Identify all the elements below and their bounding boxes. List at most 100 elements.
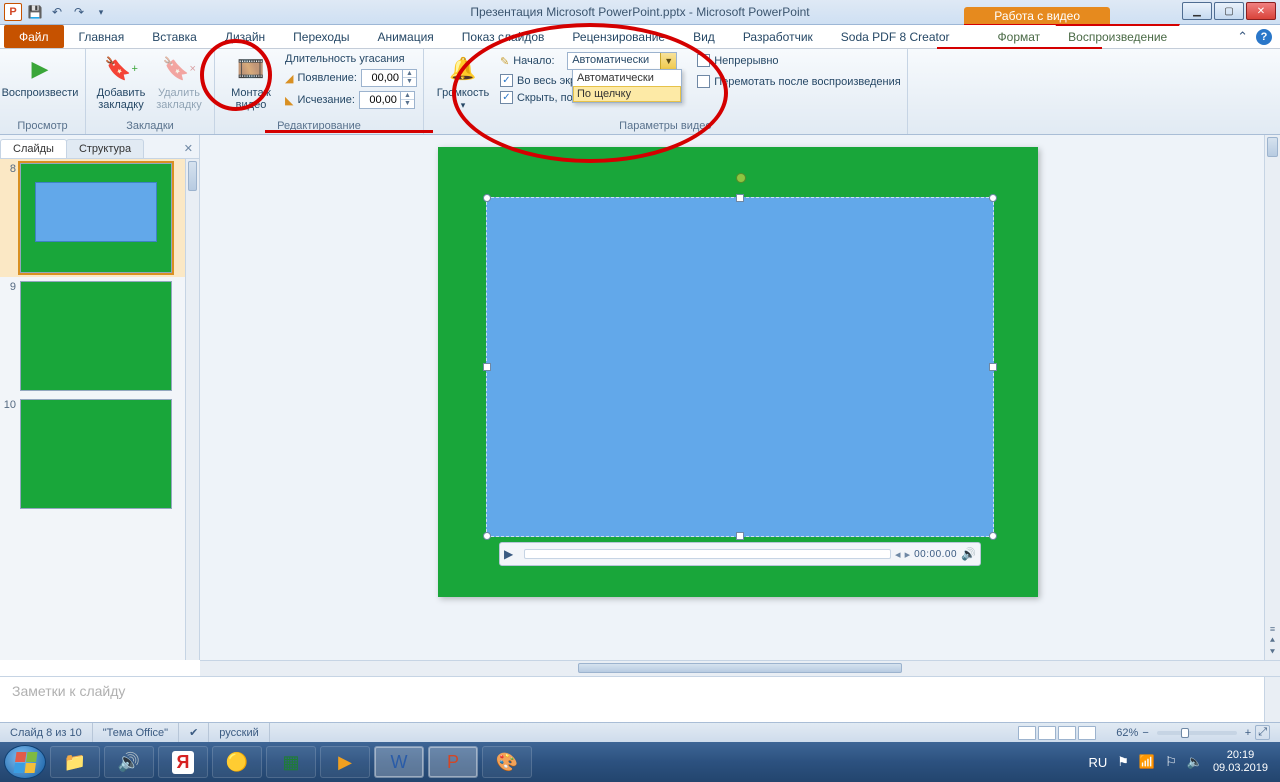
volume-button[interactable]: 🔔 Громкость▾ [430, 51, 496, 111]
sel-handle-n[interactable] [736, 194, 744, 202]
taskbar-powerpoint-icon[interactable]: P [428, 746, 478, 778]
fade-in-label: Появление: [297, 72, 357, 84]
group-bookmarks-label: Закладки [92, 118, 208, 134]
start-combo[interactable]: Автоматически ▼ [567, 52, 677, 70]
view-reading-icon[interactable] [1058, 726, 1076, 740]
pane-tab-slides[interactable]: Слайды [0, 139, 67, 158]
video-step-back-icon[interactable]: ◂ [895, 548, 901, 561]
trim-video-button[interactable]: 🎞️ Монтаж видео [221, 51, 281, 111]
tab-developer[interactable]: Разработчик [730, 25, 826, 48]
notes-pane[interactable]: Заметки к слайду [0, 677, 1264, 722]
minimize-button[interactable]: ▁ [1182, 2, 1212, 20]
play-preview-button[interactable]: ▶ Воспроизвести [6, 51, 74, 99]
tray-clock[interactable]: 20:1909.03.2019 [1213, 749, 1268, 775]
dropdown-item-auto[interactable]: Автоматически [573, 70, 681, 86]
slide-thumbnails[interactable]: 8 9 10 [0, 159, 199, 660]
pane-tab-outline[interactable]: Структура [66, 139, 144, 158]
tray-flag-icon[interactable]: ⚑ [1117, 754, 1129, 770]
help-icon[interactable]: ? [1256, 29, 1272, 45]
rotate-handle[interactable] [736, 173, 746, 183]
video-volume-icon[interactable]: 🔊 [961, 547, 976, 561]
tab-design[interactable]: Дизайн [212, 25, 278, 48]
tab-transitions[interactable]: Переходы [280, 25, 362, 48]
zoom-in-icon[interactable]: + [1245, 727, 1251, 739]
hide-checkbox[interactable]: ✓ [500, 91, 513, 104]
status-spellcheck-icon[interactable]: ✔ [179, 723, 209, 742]
thumbs-scrollbar[interactable] [185, 159, 199, 660]
sel-handle-s[interactable] [736, 532, 744, 540]
undo-icon[interactable]: ↶ [48, 3, 66, 21]
close-button[interactable]: ✕ [1246, 2, 1276, 20]
taskbar-word-icon[interactable]: W [374, 746, 424, 778]
tab-home[interactable]: Главная [66, 25, 138, 48]
taskbar-media-icon[interactable]: ▶ [320, 746, 370, 778]
loop-label: Непрерывно [714, 55, 778, 67]
start-dropdown[interactable]: Автоматически По щелчку [572, 69, 682, 103]
add-bookmark-button[interactable]: 🔖+ Добавить закладку [92, 51, 150, 111]
pane-close-icon[interactable]: ✕ [178, 139, 199, 158]
taskbar-excel-icon[interactable]: ▦ [266, 746, 316, 778]
thumb-slide-9[interactable]: 9 [0, 277, 199, 395]
status-language[interactable]: русский [209, 723, 269, 742]
taskbar-sound-icon[interactable]: 🔊 [104, 746, 154, 778]
sel-handle-sw[interactable] [483, 532, 491, 540]
tab-soda[interactable]: Soda PDF 8 Creator [828, 25, 963, 48]
fade-out-spinner[interactable]: ▲▼ [359, 91, 415, 109]
editor-scrollbar-h[interactable] [200, 660, 1280, 676]
video-seek-track[interactable] [524, 549, 891, 559]
thumb-slide-10[interactable]: 10 [0, 395, 199, 513]
zoom-slider[interactable] [1157, 731, 1237, 735]
sel-handle-ne[interactable] [989, 194, 997, 202]
zoom-out-icon[interactable]: − [1142, 727, 1148, 739]
tab-animations[interactable]: Анимация [364, 25, 446, 48]
tab-insert[interactable]: Вставка [139, 25, 210, 48]
save-icon[interactable]: 💾 [26, 3, 44, 21]
tab-playback[interactable]: Воспроизведение [1055, 24, 1180, 48]
sel-handle-nw[interactable] [483, 194, 491, 202]
tray-volume-icon[interactable]: 🔈 [1187, 754, 1203, 770]
tab-view[interactable]: Вид [680, 25, 728, 48]
redo-icon[interactable]: ↷ [70, 3, 88, 21]
view-slideshow-icon[interactable] [1078, 726, 1096, 740]
sel-handle-e[interactable] [989, 363, 997, 371]
app-icon[interactable]: P [4, 3, 22, 21]
zoom-value: 62% [1116, 727, 1138, 739]
taskbar-chrome-icon[interactable]: 🟡 [212, 746, 262, 778]
chevron-down-icon[interactable]: ▼ [660, 53, 676, 69]
remove-bookmark-button: 🔖× Удалить закладку [150, 51, 208, 111]
tray-lang[interactable]: RU [1088, 755, 1107, 770]
loop-checkbox[interactable] [697, 54, 710, 67]
thumb-slide-8[interactable]: 8 [0, 159, 199, 277]
tray-network-icon[interactable]: 📶 [1139, 754, 1155, 770]
tab-review[interactable]: Рецензирование [559, 25, 678, 48]
tab-slideshow[interactable]: Показ слайдов [449, 25, 558, 48]
contextual-tab-video: Работа с видео [964, 7, 1110, 25]
sel-handle-se[interactable] [989, 532, 997, 540]
tab-file[interactable]: Файл [4, 25, 64, 48]
qat-more-icon[interactable]: ▾ [92, 3, 110, 21]
sel-handle-w[interactable] [483, 363, 491, 371]
taskbar-explorer-icon[interactable]: 📁 [50, 746, 100, 778]
video-step-fwd-icon[interactable]: ▸ [905, 548, 911, 561]
editor-scrollbar-v[interactable]: ≡⯅⯆ [1264, 135, 1280, 660]
collapse-ribbon-icon[interactable]: ⌃ [1237, 29, 1248, 45]
rewind-checkbox[interactable] [697, 75, 710, 88]
fade-in-spinner[interactable]: ▲▼ [361, 69, 417, 87]
fullscreen-checkbox[interactable]: ✓ [500, 74, 513, 87]
video-object[interactable]: ▶ ◂ ▸ 00:00.00 🔊 [486, 197, 994, 537]
maximize-button[interactable]: ▢ [1214, 2, 1244, 20]
dropdown-item-onclick[interactable]: По щелчку [573, 86, 681, 102]
tray-action-icon[interactable]: ⚐ [1165, 754, 1177, 770]
video-play-icon[interactable]: ▶ [504, 547, 520, 561]
start-button[interactable] [4, 745, 46, 779]
notes-scrollbar[interactable] [1264, 677, 1280, 722]
view-normal-icon[interactable] [1018, 726, 1036, 740]
view-sorter-icon[interactable] [1038, 726, 1056, 740]
zoom-fit-icon[interactable]: ⤢ [1255, 725, 1270, 740]
video-control-bar[interactable]: ▶ ◂ ▸ 00:00.00 🔊 [499, 542, 981, 566]
taskbar-paint-icon[interactable]: 🎨 [482, 746, 532, 778]
taskbar-yandex-icon[interactable]: Я [158, 746, 208, 778]
status-theme: "Тема Office" [93, 723, 179, 742]
tab-format[interactable]: Формат [985, 25, 1054, 48]
slide-canvas[interactable]: ▶ ◂ ▸ 00:00.00 🔊 [438, 147, 1038, 597]
